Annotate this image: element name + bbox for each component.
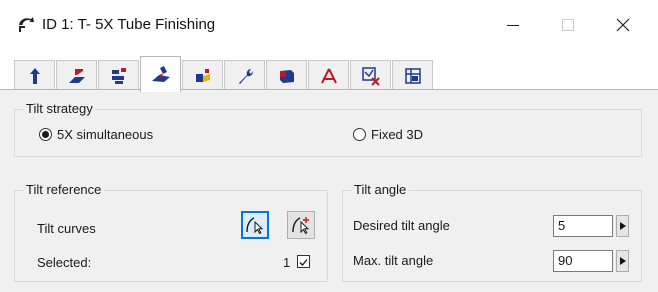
tab-misc[interactable] xyxy=(392,60,433,90)
desired-tilt-angle-label: Desired tilt angle xyxy=(353,218,450,233)
radio-5x-simultaneous-label: 5X simultaneous xyxy=(57,127,154,142)
tilt-settings-panel: Tilt strategy 5X simultaneous Fixed 3D T… xyxy=(0,90,658,292)
stock-tab-icon xyxy=(279,69,294,83)
radio-fixed-3d[interactable]: Fixed 3D xyxy=(353,127,423,142)
geometry-tab-icon xyxy=(68,68,85,83)
selected-label: Selected: xyxy=(37,255,92,270)
curve-select-icon xyxy=(246,217,264,234)
tab-stock[interactable] xyxy=(266,60,307,90)
minimize-icon xyxy=(507,25,519,26)
parameters-tab-icon xyxy=(111,67,126,84)
tab-parameters[interactable] xyxy=(98,60,139,90)
tilt-strategy-group: Tilt strategy 5X simultaneous Fixed 3D xyxy=(14,101,642,157)
radio-5x-simultaneous[interactable]: 5X simultaneous xyxy=(39,127,153,142)
tab-collision[interactable] xyxy=(182,60,223,90)
tilt-angle-group: Tilt angle Desired tilt angle 5 Max. til… xyxy=(342,182,642,282)
arrow-right-icon xyxy=(619,222,626,230)
close-icon xyxy=(616,18,630,32)
tilt-reference-legend: Tilt reference xyxy=(23,182,105,197)
select-tilt-curves-button[interactable] xyxy=(241,211,269,239)
close-button[interactable] xyxy=(600,10,646,40)
window-title: ID 1: T- 5X Tube Finishing xyxy=(42,16,216,33)
tab-geometry[interactable] xyxy=(56,60,97,90)
tilt-reference-group: Tilt reference Tilt curves Selected: 1 xyxy=(14,182,328,282)
axes-tab-icon xyxy=(320,68,337,83)
tab-wrench[interactable] xyxy=(224,60,265,90)
tab-strip xyxy=(0,56,658,92)
arrow-right-icon xyxy=(619,257,626,265)
tab-filter[interactable] xyxy=(350,60,391,90)
desired-tilt-angle-spin[interactable] xyxy=(616,215,629,237)
tab-axes[interactable] xyxy=(308,60,349,90)
tab-tool[interactable] xyxy=(14,60,55,90)
collision-tab-icon xyxy=(195,68,210,82)
max-tilt-angle-spin[interactable] xyxy=(616,250,629,272)
misc-tab-icon xyxy=(404,67,421,84)
radio-fixed-3d-indicator[interactable] xyxy=(353,128,366,141)
maximize-icon xyxy=(562,19,574,31)
operation-icon xyxy=(19,17,34,32)
curve-add-icon xyxy=(292,217,310,234)
minimize-button[interactable] xyxy=(490,10,536,40)
radio-5x-simultaneous-indicator[interactable] xyxy=(39,128,52,141)
add-tilt-curves-button[interactable] xyxy=(287,211,315,239)
radio-fixed-3d-label: Fixed 3D xyxy=(371,127,424,142)
title-bar: ID 1: T- 5X Tube Finishing xyxy=(0,0,658,56)
tool-tab-icon xyxy=(29,67,40,84)
maximize-button[interactable] xyxy=(545,10,591,40)
tilt-tab-icon xyxy=(151,65,170,82)
selected-checkbox[interactable] xyxy=(297,255,310,268)
wrench-tab-icon xyxy=(238,68,253,84)
selected-count: 1 xyxy=(283,255,291,270)
max-tilt-angle-input[interactable]: 90 xyxy=(553,250,613,272)
max-tilt-angle-label: Max. tilt angle xyxy=(353,253,434,268)
tab-tilt[interactable] xyxy=(140,56,181,92)
tilt-curves-label: Tilt curves xyxy=(37,221,96,236)
checkmark-icon xyxy=(299,259,308,266)
filter-tab-icon xyxy=(361,66,380,86)
tilt-strategy-legend: Tilt strategy xyxy=(23,101,96,116)
desired-tilt-angle-input[interactable]: 5 xyxy=(553,215,613,237)
tilt-angle-legend: Tilt angle xyxy=(351,182,410,197)
